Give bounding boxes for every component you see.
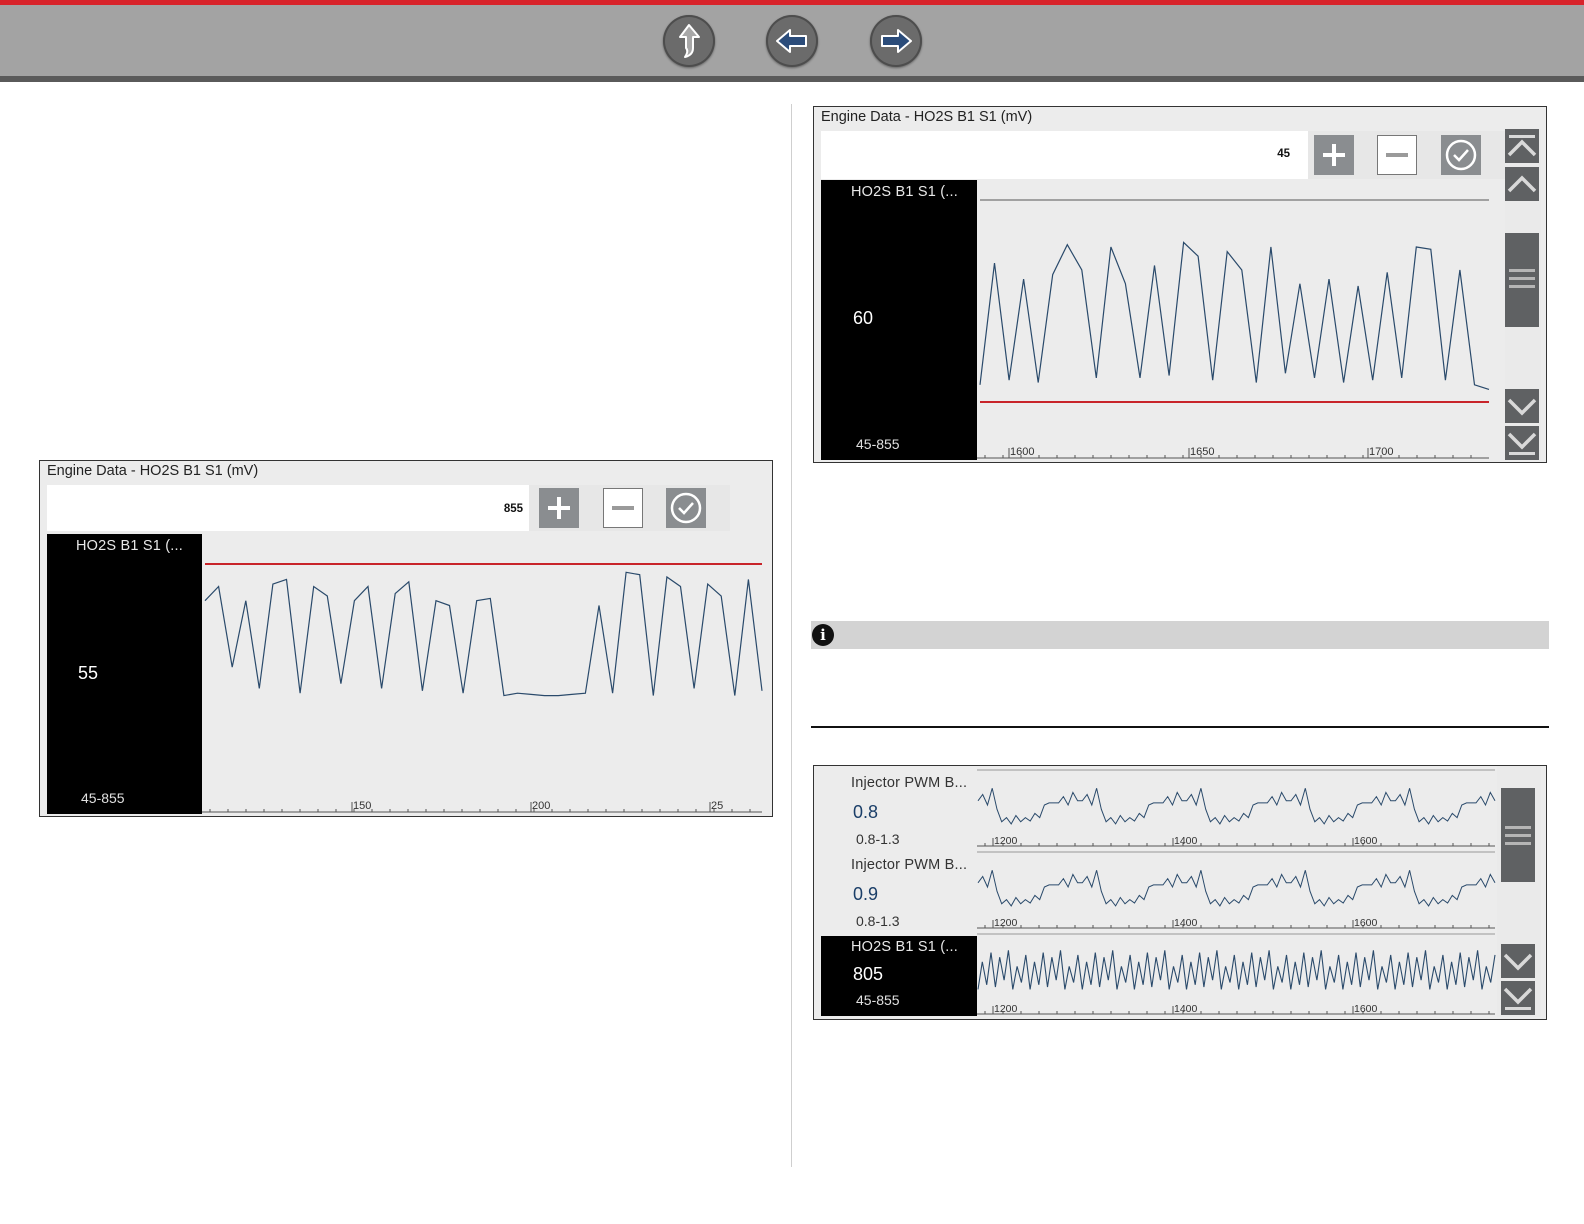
scroll-thumb[interactable] — [1505, 233, 1539, 327]
scroll-thumb-icon — [1505, 826, 1531, 845]
note-bar — [811, 621, 1549, 649]
data-trace — [979, 241, 1490, 390]
parameter-pane-1[interactable]: Injector PWM B... 0.8 0.8-1.3 — [821, 768, 977, 848]
scroll-top-icon — [1507, 135, 1537, 157]
vertical-scrollbar[interactable] — [1505, 129, 1541, 460]
plus-icon — [1323, 144, 1345, 166]
graph-area-3[interactable]: 1200 1400 1600 — [977, 932, 1497, 1016]
nav-forward-button[interactable] — [870, 15, 922, 67]
scroll-thumb-icon — [1509, 269, 1535, 288]
parameter-pane-2[interactable]: Injector PWM B... 0.9 0.8-1.3 — [821, 850, 977, 930]
panel-title: Engine Data - HO2S B1 S1 (mV) — [47, 463, 259, 479]
parameter-value: 805 — [853, 964, 884, 984]
plus-icon — [548, 497, 570, 519]
accept-button[interactable] — [1441, 135, 1481, 175]
graph-panel-right-top: Engine Data - HO2S B1 S1 (mV) 45 HO2S B1… — [813, 106, 1547, 463]
data-trace — [204, 571, 763, 697]
nav-up-button[interactable] — [663, 15, 715, 67]
scroll-bottom-button[interactable] — [1505, 426, 1539, 460]
scroll-bottom-icon — [1507, 432, 1537, 455]
x-tick-label: 150 — [353, 800, 371, 812]
scroll-up-icon — [1507, 175, 1537, 193]
graph-panel-right-bottom: Injector PWM B... 0.8 0.8-1.3 1200 1400 16… — [813, 765, 1547, 1020]
parameter-pane[interactable]: HO2S B1 S1 (... 60 45-855 — [821, 180, 977, 460]
parameter-value: 0.9 — [853, 884, 879, 904]
arrow-right-icon — [881, 29, 912, 53]
x-tick-label: 1400 — [1174, 917, 1198, 929]
scroll-down-button[interactable] — [1505, 389, 1539, 423]
parameter-name: HO2S B1 S1 (... — [76, 538, 183, 554]
scroll-down-icon — [1503, 953, 1533, 971]
x-tick-label: 1200 — [994, 1003, 1018, 1015]
parameter-range: 45-855 — [81, 790, 125, 806]
parameter-range: 0.8-1.3 — [856, 831, 900, 847]
parameter-name: Injector PWM B... — [851, 857, 968, 873]
scroll-bottom-icon — [1503, 987, 1533, 1010]
info-icon: i — [812, 624, 834, 646]
x-tick-label: 1200 — [994, 835, 1018, 847]
top-nav-bar — [0, 0, 1584, 82]
zoom-plus-button[interactable] — [539, 488, 579, 528]
scroll-thumb[interactable] — [1501, 788, 1535, 882]
graph-area[interactable]: 150 200 25 — [202, 534, 770, 814]
vertical-scrollbar[interactable] — [1497, 766, 1541, 1017]
x-tick-label: 1600 — [1354, 917, 1378, 929]
panel-title: Engine Data - HO2S B1 S1 (mV) — [821, 109, 1033, 125]
scroll-up-button[interactable] — [1505, 167, 1539, 201]
control-buttons-group — [1308, 131, 1505, 179]
data-trace — [977, 950, 1496, 990]
scroll-top-button[interactable] — [1505, 129, 1539, 163]
zoom-plus-button[interactable] — [1314, 135, 1354, 175]
parameter-range: 0.8-1.3 — [856, 913, 900, 929]
parameter-pane-3[interactable]: HO2S B1 S1 (... 805 45-855 — [821, 936, 977, 1016]
x-tick-label: 1600 — [1010, 446, 1034, 458]
parameter-name: HO2S B1 S1 (... — [851, 184, 958, 200]
graph-area-2[interactable]: 1200 1400 1600 — [977, 850, 1497, 930]
accent-stripe — [0, 0, 1584, 5]
x-tick-label: 1200 — [994, 917, 1018, 929]
graph-area-1[interactable]: 1200 1400 1600 — [977, 768, 1497, 848]
data-trace — [977, 870, 1496, 907]
scroll-down-icon — [1507, 398, 1537, 416]
section-rule — [811, 726, 1549, 728]
x-tick-label: 1400 — [1174, 1003, 1198, 1015]
accept-button[interactable] — [666, 488, 706, 528]
control-buttons-group — [529, 485, 730, 531]
arrow-up-icon — [679, 24, 700, 58]
x-tick-label: 1650 — [1190, 446, 1214, 458]
graph-panel-left: Engine Data - HO2S B1 S1 (mV) 855 HO2S B… — [39, 460, 773, 817]
parameter-name: Injector PWM B... — [851, 775, 968, 791]
x-tick-label: 1600 — [1354, 1003, 1378, 1015]
zoom-minus-button[interactable] — [1377, 135, 1417, 175]
parameter-range: 45-855 — [856, 436, 900, 452]
nav-back-button[interactable] — [766, 15, 818, 67]
parameter-value: 0.8 — [853, 802, 879, 822]
check-icon — [670, 492, 702, 524]
threshold-value: 855 — [503, 503, 523, 515]
parameter-name: HO2S B1 S1 (... — [851, 939, 958, 955]
x-tick-label: 25 — [711, 800, 723, 812]
parameter-pane[interactable]: HO2S B1 S1 (... 55 45-855 — [47, 534, 202, 814]
arrow-left-icon — [776, 29, 807, 53]
scroll-down-button[interactable] — [1501, 944, 1535, 978]
threshold-value: 45 — [1277, 148, 1290, 160]
x-tick-label: 1700 — [1369, 446, 1393, 458]
data-trace — [977, 788, 1496, 825]
graph-area[interactable]: 1600 1650 1700 — [977, 180, 1497, 460]
minus-icon — [612, 506, 634, 510]
scroll-bottom-button[interactable] — [1501, 981, 1535, 1015]
parameter-value: 60 — [853, 308, 874, 328]
parameter-range: 45-855 — [856, 992, 900, 1008]
nav-bar-bottom-edge — [0, 76, 1584, 82]
x-tick-label: 1400 — [1174, 835, 1198, 847]
parameter-value: 55 — [78, 663, 99, 683]
x-tick-label: 200 — [532, 800, 550, 812]
column-divider — [791, 104, 792, 1167]
check-icon — [1445, 139, 1477, 171]
zoom-minus-button[interactable] — [603, 488, 643, 528]
minus-icon — [1386, 153, 1408, 157]
x-tick-label: 1600 — [1354, 835, 1378, 847]
